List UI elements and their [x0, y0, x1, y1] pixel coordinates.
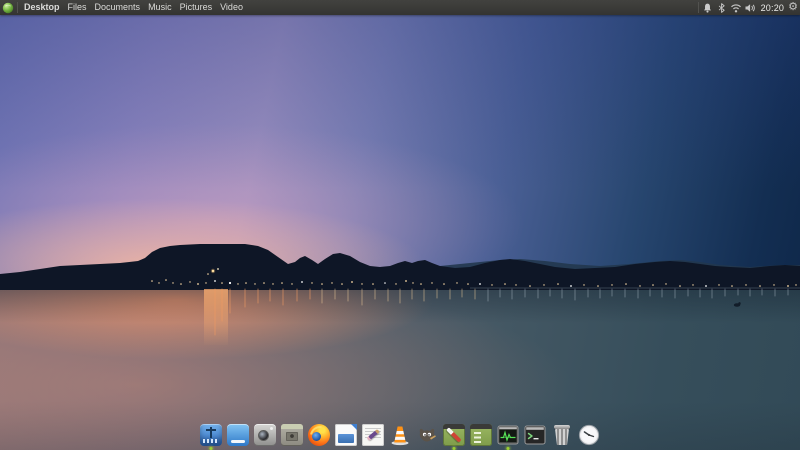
mountains-silhouette — [0, 244, 800, 290]
trash-icon — [551, 424, 573, 446]
dock-item-settings-tool[interactable] — [443, 423, 465, 449]
menu-video[interactable]: Video — [216, 0, 247, 15]
dock-item-libreoffice-writer[interactable] — [335, 423, 357, 449]
terminal-icon — [524, 424, 546, 446]
wifi-network-icon[interactable] — [729, 0, 743, 15]
bird-on-water — [734, 302, 741, 307]
distro-logo-icon — [2, 2, 14, 14]
water-reflections — [204, 289, 788, 345]
clock-icon — [578, 424, 600, 446]
distro-logo[interactable] — [0, 0, 15, 15]
dock-item-clock[interactable] — [578, 423, 600, 449]
gimp-icon — [416, 424, 438, 446]
vlc-icon — [389, 424, 411, 446]
desktop-screen: Desktop Files Documents Music Pictures V… — [0, 0, 800, 450]
menu-files[interactable]: Files — [64, 0, 91, 15]
volume-icon[interactable] — [743, 0, 757, 15]
dock-item-software-center[interactable] — [200, 423, 222, 449]
camera-icon — [254, 424, 276, 446]
menu-music[interactable]: Music — [144, 0, 176, 15]
task-list-icon — [470, 424, 492, 446]
panel-separator — [17, 2, 18, 13]
dock-item-terminal[interactable] — [524, 423, 546, 449]
settings-tool-icon — [443, 424, 465, 446]
file-cabinet-icon — [281, 424, 303, 446]
notifications-bell-icon[interactable] — [701, 0, 715, 15]
dock-item-vlc[interactable] — [389, 423, 411, 449]
dock-item-firefox[interactable] — [308, 423, 330, 449]
dock-item-gimp[interactable] — [416, 423, 438, 449]
bluetooth-icon[interactable] — [715, 0, 729, 15]
menu-pictures[interactable]: Pictures — [176, 0, 217, 15]
tray-separator — [698, 2, 699, 13]
wallpaper-scene — [0, 225, 800, 345]
gear-icon[interactable]: ⚙ — [788, 0, 800, 15]
dock-item-trash[interactable] — [551, 423, 573, 449]
dock-item-text-editor[interactable] — [362, 423, 384, 449]
menu-documents[interactable]: Documents — [91, 0, 145, 15]
system-monitor-icon — [497, 424, 519, 446]
desktop-icon — [227, 424, 249, 446]
panel-menu-bar: Desktop Files Documents Music Pictures V… — [0, 0, 247, 15]
panel-clock[interactable]: 20:20 — [757, 3, 789, 13]
text-editor-icon — [362, 424, 384, 446]
top-panel: Desktop Files Documents Music Pictures V… — [0, 0, 800, 15]
menu-desktop[interactable]: Desktop — [20, 0, 64, 15]
libreoffice-writer-icon — [335, 424, 357, 446]
dock-item-system-monitor[interactable] — [497, 423, 519, 449]
dock — [198, 423, 602, 449]
system-tray: 20:20 ⚙ — [696, 0, 800, 15]
firefox-icon — [308, 424, 330, 446]
dock-item-camera[interactable] — [254, 423, 276, 449]
dock-item-task-list[interactable] — [470, 423, 492, 449]
dock-item-desktop[interactable] — [227, 423, 249, 449]
dock-item-file-cabinet[interactable] — [281, 423, 303, 449]
software-center-icon — [200, 424, 222, 446]
